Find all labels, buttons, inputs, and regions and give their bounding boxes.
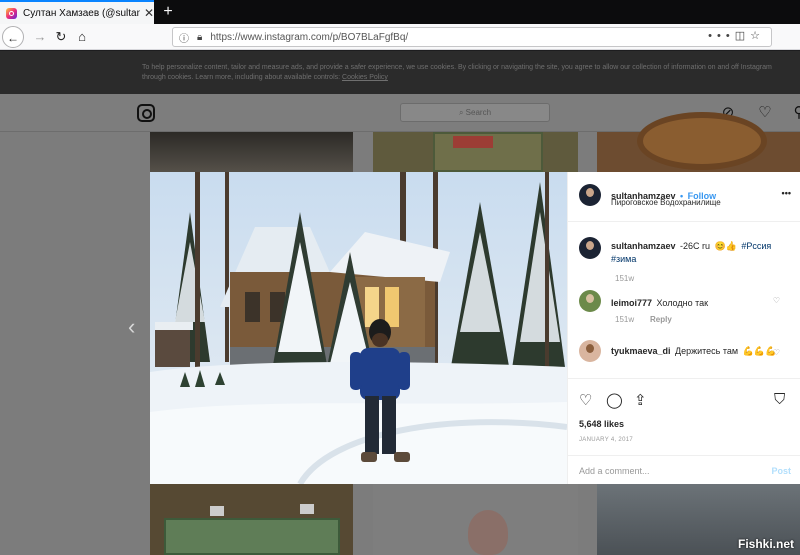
url-text[interactable]: https://www.instagram.com/p/BO7BLaFgfBq/ [210, 32, 408, 43]
save-bookmark-icon[interactable]: ⛉ [774, 391, 785, 408]
grid-thumbnail[interactable] [373, 484, 578, 555]
thumbnail-pie [637, 112, 767, 170]
comment-bubble-icon[interactable]: ◯ [606, 391, 623, 409]
bookmark-star-icon[interactable]: ☆ [750, 30, 765, 42]
thumbnail-board [164, 518, 340, 555]
caption: sultanhamzaev -26C ru 😊👍 #Рсcия #зима [611, 239, 791, 265]
comment: leimoi777 Холодно так [611, 293, 708, 311]
more-options-icon[interactable]: ••• [782, 188, 791, 198]
lock-icon: 🔒︎ [197, 31, 203, 43]
caption-username[interactable]: sultanhamzaev [611, 241, 676, 251]
cookies-policy-link[interactable]: Cookies Policy [342, 74, 388, 81]
location-link[interactable]: Пироговское Водохранилище [611, 198, 721, 207]
thumbnail-card [300, 504, 314, 514]
grid-thumbnail[interactable] [150, 132, 353, 172]
caption-avatar[interactable] [579, 237, 601, 259]
cookie-text: To help personalize content, tailor and … [142, 63, 792, 83]
comment-username[interactable]: leimoi777 [611, 298, 652, 308]
comment-text: Холодно так [656, 298, 709, 308]
cookie-banner: To help personalize content, tailor and … [0, 51, 800, 94]
tab-title: Султан Хамзаев (@sultanhamzaev) [23, 7, 140, 19]
winter-house-photo [150, 172, 567, 484]
address-bar[interactable]: ⓘ 🔒︎ https://www.instagram.com/p/BO7BLaF… [172, 27, 772, 47]
instagram-favicon-icon [6, 7, 17, 19]
screen: Султан Хамзаев (@sultanhamzaev) ✕ + ← → … [0, 0, 800, 555]
thumbnail-label [453, 136, 493, 148]
post-header: sultanhamzaev • Follow Пироговское Водох… [568, 172, 800, 222]
thumbnail-child [468, 510, 508, 555]
new-tab-button[interactable]: + [158, 2, 178, 22]
commenter-avatar[interactable] [579, 340, 601, 362]
back-arrow-icon[interactable]: ← [2, 26, 24, 48]
page-actions[interactable]: •••◫☆ [708, 29, 765, 42]
browser-tab[interactable]: Султан Хамзаев (@sultanhamzaev) ✕ [0, 0, 154, 24]
search-input[interactable]: ⌕ Search [400, 103, 550, 122]
add-comment-input[interactable]: Add a comment... [579, 466, 650, 476]
commenter-avatar[interactable] [579, 290, 601, 312]
browser-tab-bar: Султан Хамзаев (@sultanhamzaev) ✕ + [0, 0, 800, 24]
watermark: Fishki.net [737, 537, 794, 551]
post-sidebar: sultanhamzaev • Follow Пироговское Водох… [567, 172, 800, 484]
post-date: JANUARY 4, 2017 [579, 437, 633, 443]
author-avatar[interactable] [579, 184, 601, 206]
heart-icon[interactable]: ♡ [756, 104, 774, 122]
grid-thumbnail[interactable] [150, 484, 353, 555]
site-info-icon[interactable]: ⓘ [179, 30, 189, 45]
comment: tyukmaeva_di Держитесь там 💪💪💪 [611, 344, 781, 357]
reply-button[interactable]: Reply [650, 315, 672, 324]
forward-arrow-icon[interactable]: → [29, 26, 51, 48]
reload-icon[interactable]: ↻ [50, 26, 72, 48]
post-modal: sultanhamzaev • Follow Пироговское Водох… [150, 172, 800, 484]
page-actions-more-icon[interactable]: ••• [708, 30, 735, 42]
post-photo[interactable] [150, 172, 567, 484]
comment-time: 151w [615, 315, 635, 324]
previous-post-chevron-icon[interactable]: ‹ [128, 314, 135, 340]
share-icon[interactable]: ⇪ [634, 391, 647, 409]
caption-text: -26C ru [679, 241, 710, 251]
like-comment-heart-icon[interactable]: ♡ [773, 348, 780, 357]
likes-count[interactable]: 5,648 likes [579, 419, 624, 429]
instagram-logo-icon[interactable] [137, 104, 155, 122]
grid-thumbnail[interactable] [597, 112, 800, 172]
search-placeholder: Search [465, 108, 492, 117]
like-heart-icon[interactable]: ♡ [579, 391, 592, 409]
post-comment-button[interactable]: Post [771, 466, 791, 476]
post-actions: ♡ ◯ ⇪ ⛉ 5,648 likes JANUARY 4, 2017 Add … [568, 378, 800, 484]
thumbnail-card [210, 506, 224, 516]
like-comment-heart-icon[interactable]: ♡ [773, 296, 780, 305]
cookie-message: To help personalize content, tailor and … [142, 64, 772, 81]
comment-username[interactable]: tyukmaeva_di [611, 346, 671, 356]
profile-icon[interactable]: ⚲ [790, 104, 800, 122]
comment-emoji: 💪💪💪 [742, 346, 777, 356]
browser-nav-bar: ← → ↻ ⌂ ⓘ 🔒︎ https://www.instagram.com/p… [0, 24, 800, 50]
add-comment-bar: Add a comment... Post [568, 455, 800, 485]
pocket-icon[interactable]: ◫ [735, 30, 750, 42]
comment-text: Держитесь там [675, 346, 739, 356]
home-icon[interactable]: ⌂ [71, 26, 93, 48]
close-tab-icon[interactable]: ✕ [144, 6, 154, 20]
caption-time: 151w [615, 274, 635, 283]
caption-emoji: 😊👍 [714, 241, 737, 251]
grid-thumbnail[interactable] [373, 132, 578, 172]
